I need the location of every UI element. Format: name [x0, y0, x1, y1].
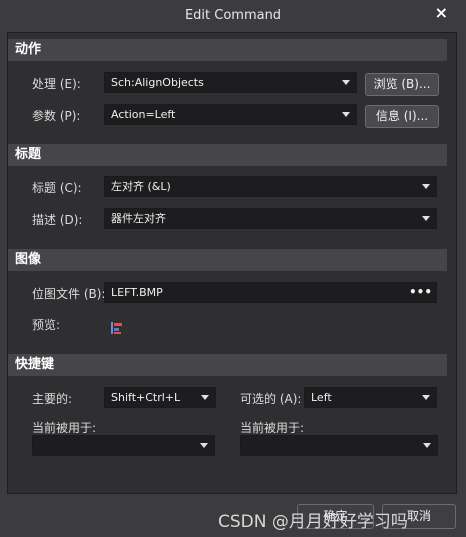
preview-label: 预览:: [32, 318, 61, 332]
section-shortcut-header: 快捷键: [8, 354, 447, 376]
section-caption-header: 标题: [8, 144, 447, 166]
caption-title-select[interactable]: 左对齐 (&L): [104, 176, 437, 197]
alternate-shortcut-value: Left: [311, 391, 332, 404]
caption-title-value: 左对齐 (&L): [111, 180, 171, 193]
ellipsis-icon[interactable]: •••: [409, 283, 432, 302]
chevron-down-icon: [422, 395, 430, 400]
watermark: CSDN @月月好好学习吗: [218, 512, 408, 532]
bitmap-value: LEFT.BMP: [111, 286, 163, 299]
process-select[interactable]: Sch:AlignObjects: [104, 72, 357, 93]
chevron-down-icon: [423, 443, 431, 448]
params-value: Action=Left: [111, 108, 176, 121]
primary-used-select[interactable]: [32, 435, 215, 456]
title-bar: Edit Command ×: [0, 0, 466, 32]
browse-button[interactable]: 浏览 (B)...: [365, 73, 439, 96]
window-title: Edit Command: [184, 8, 282, 23]
alternate-shortcut-select[interactable]: Left: [304, 387, 437, 408]
chevron-down-icon: [200, 443, 208, 448]
primary-shortcut-value: Shift+Ctrl+L: [111, 391, 181, 404]
description-value: 器件左对齐: [111, 212, 166, 225]
process-label: 处理 (E):: [32, 77, 81, 91]
chevron-down-icon: [422, 216, 430, 221]
alternate-used-label: 当前被用于:: [240, 421, 305, 435]
chevron-down-icon: [422, 184, 430, 189]
primary-shortcut-select[interactable]: Shift+Ctrl+L: [104, 387, 216, 408]
process-value: Sch:AlignObjects: [111, 76, 204, 89]
description-label: 描述 (D):: [32, 213, 83, 227]
chevron-down-icon: [201, 395, 209, 400]
caption-title-label: 标题 (C):: [32, 181, 82, 195]
section-image-header: 图像: [8, 249, 447, 271]
bitmap-file-field[interactable]: LEFT.BMP •••: [104, 282, 437, 303]
alternate-used-select[interactable]: [240, 435, 438, 456]
params-label: 参数 (P):: [32, 109, 81, 123]
info-button[interactable]: 信息 (I)...: [365, 105, 439, 128]
alternate-shortcut-label: 可选的 (A):: [240, 392, 302, 406]
primary-shortcut-label: 主要的:: [32, 392, 73, 406]
description-select[interactable]: 器件左对齐: [104, 208, 437, 229]
chevron-down-icon: [342, 112, 350, 117]
params-select[interactable]: Action=Left: [104, 104, 357, 125]
close-icon[interactable]: ×: [435, 3, 448, 22]
section-action-header: 动作: [8, 39, 447, 61]
bitmap-label: 位图文件 (B):: [32, 287, 106, 301]
primary-used-label: 当前被用于:: [32, 421, 97, 435]
align-left-icon: [111, 322, 122, 334]
chevron-down-icon: [342, 80, 350, 85]
